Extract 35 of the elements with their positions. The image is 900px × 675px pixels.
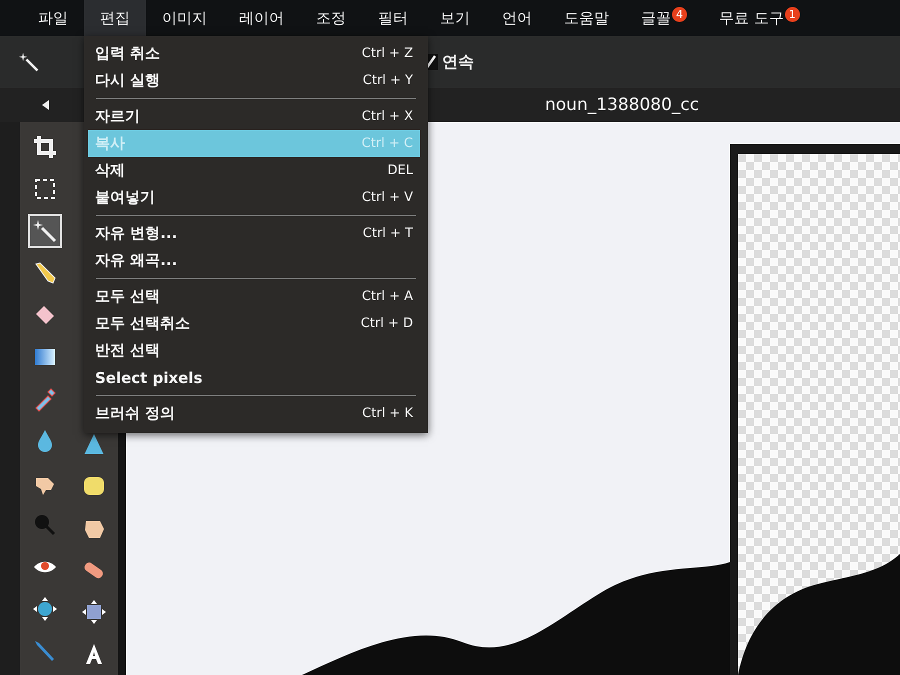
tool-button[interactable]: [28, 214, 62, 248]
count-badge: 4: [672, 6, 687, 22]
menu-item[interactable]: 도움말: [548, 0, 625, 36]
move-icon: [32, 596, 58, 622]
transform-icon: [80, 599, 106, 625]
menu-item[interactable]: 편집: [84, 0, 146, 36]
menu-option[interactable]: 반전 선택: [88, 337, 420, 364]
menu-item[interactable]: 이미지: [146, 0, 223, 36]
magic-wand-icon: [32, 218, 58, 244]
menu-item[interactable]: 레이어: [223, 0, 300, 36]
menu-item[interactable]: 보기: [424, 0, 486, 36]
menu-option[interactable]: 모두 선택 Ctrl + A: [88, 283, 420, 310]
menu-option[interactable]: 입력 취소 Ctrl + Z: [88, 40, 420, 67]
menu-item[interactable]: 파일: [22, 0, 84, 36]
document-title: noun_1388080_cc: [545, 95, 700, 115]
menu-option[interactable]: 자유 변형... Ctrl + T: [88, 220, 420, 247]
menu-option[interactable]: 브러쉬 정의 Ctrl + K: [88, 400, 420, 427]
crop-icon: [32, 134, 58, 160]
collapse-arrow-icon[interactable]: [42, 100, 50, 110]
menu-option[interactable]: 다시 실행 Ctrl + Y: [88, 67, 420, 94]
count-badge: 1: [784, 6, 800, 22]
menu-item[interactable]: 무료 도구 1: [703, 0, 816, 36]
checkbox-label: 연속: [442, 52, 474, 72]
menu-option[interactable]: 자유 왜곡...: [88, 247, 420, 274]
menu-item[interactable]: 글꼴 4: [625, 0, 703, 36]
menu-item[interactable]: 언어: [486, 0, 548, 36]
menu-item[interactable]: 조정: [300, 0, 362, 36]
menu-option[interactable]: 삭제 DEL: [88, 157, 420, 184]
menu-option[interactable]: 모두 선택취소 Ctrl + D: [88, 310, 420, 337]
menu-item[interactable]: 필터: [362, 0, 424, 36]
triangle-icon: [84, 434, 104, 454]
menu-option[interactable]: Select pixels: [88, 364, 420, 391]
menu-option[interactable]: 자르기 Ctrl + X: [88, 103, 420, 130]
magic-wand-icon[interactable]: [18, 51, 40, 73]
menu-option[interactable]: 붙여넣기 Ctrl + V: [88, 184, 420, 211]
